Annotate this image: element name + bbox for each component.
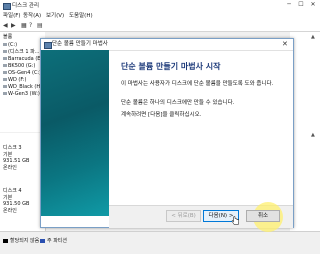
- volume-row[interactable]: Barracuda (E:): [3, 56, 44, 63]
- back-button[interactable]: < 뒤로(B): [166, 210, 201, 222]
- hand-cursor-icon: [231, 216, 239, 225]
- volume-row[interactable]: BK500 (G:): [3, 63, 35, 70]
- drive-icon: [3, 71, 7, 74]
- wizard-instruction: 계속하려면 [다음]을 클릭하십시오.: [121, 112, 202, 118]
- drive-icon: [3, 43, 7, 46]
- wizard-close-button[interactable]: ✕: [282, 40, 288, 48]
- wizard-banner-image: [41, 50, 109, 216]
- wizard-title: 단순 볼륨 만들기 마법사: [52, 41, 108, 47]
- properties-icon[interactable]: ▤: [37, 23, 43, 29]
- drive-icon: [3, 57, 7, 60]
- volume-row[interactable]: (디스크 1 파...: [3, 49, 39, 56]
- right-pane: ▲ ▲: [290, 32, 320, 232]
- toolbar: ◀ ▶ ▦ ? ▤: [0, 21, 320, 32]
- disk-size: 931.51 GB: [3, 158, 30, 164]
- back-icon[interactable]: ◀: [3, 23, 8, 29]
- volume-row[interactable]: OS-Gen4 (C:): [3, 70, 41, 77]
- volume-row[interactable]: (C:): [3, 42, 17, 49]
- menu-view[interactable]: 보기(V): [46, 13, 64, 20]
- volume-row[interactable]: WD (F:): [3, 77, 26, 84]
- disk-3-info[interactable]: 디스크 3 기본 931.51 GB 온라인: [3, 145, 29, 171]
- title-bar: 디스크 관리 ─ ☐ ✕: [0, 0, 320, 12]
- menu-file[interactable]: 파일(F): [3, 13, 21, 20]
- wizard-icon: [44, 42, 52, 49]
- volume-row[interactable]: WD_Black (H:): [3, 84, 44, 91]
- new-simple-volume-wizard: 단순 볼륨 만들기 마법사 ✕ 단순 볼륨 만들기 마법사 시작 이 마법사는 …: [40, 38, 294, 232]
- disk-status: 온라인: [3, 207, 17, 214]
- cancel-button[interactable]: 취소: [246, 210, 280, 222]
- forward-icon[interactable]: ▶: [11, 23, 16, 29]
- disk-4-info[interactable]: 디스크 4 기본 931.50 GB 온라인: [3, 188, 29, 214]
- drive-icon: [3, 85, 7, 88]
- disk-size: 931.50 GB: [3, 201, 30, 207]
- legend-primary: 주 파티션: [40, 237, 67, 244]
- drive-icon: [3, 92, 7, 95]
- drive-icon: [3, 50, 7, 53]
- minimize-button[interactable]: ─: [283, 0, 295, 10]
- menu-action[interactable]: 동작(A): [23, 13, 41, 20]
- disk-management-icon: [3, 3, 11, 10]
- wizard-heading: 단순 볼륨 만들기 마법사 시작: [121, 62, 221, 71]
- legend-swatch: [3, 238, 8, 243]
- menu-bar: 파일(F) 동작(A) 보기(V) 도움말(H): [0, 12, 320, 21]
- disk-status: 온라인: [3, 164, 17, 171]
- disk-management-window: 디스크 관리 ─ ☐ ✕ 파일(F) 동작(A) 보기(V) 도움말(H) ◀ …: [0, 0, 320, 254]
- help-icon[interactable]: ?: [29, 23, 32, 29]
- wizard-description: 단순 볼륨은 하나의 디스크에만 만들 수 있습니다.: [121, 100, 235, 106]
- menu-help[interactable]: 도움말(H): [69, 13, 93, 20]
- window-title: 디스크 관리: [12, 3, 40, 9]
- grid-icon[interactable]: ▦: [21, 23, 27, 29]
- scroll-up-icon[interactable]: ▲: [311, 132, 315, 138]
- volume-row[interactable]: W-Gen3 (W:): [3, 91, 40, 98]
- legend-bar: 할당되지 않음 주 파티션: [0, 231, 320, 254]
- close-button[interactable]: ✕: [307, 0, 319, 10]
- wizard-description: 이 마법사는 사용자가 디스크에 단순 볼륨을 만들도록 도와 줍니다.: [121, 81, 274, 87]
- legend-swatch: [40, 238, 45, 243]
- scroll-up-icon[interactable]: ▲: [311, 34, 315, 40]
- maximize-button[interactable]: ☐: [295, 0, 307, 10]
- drive-icon: [3, 78, 7, 81]
- legend-unallocated: 할당되지 않음: [3, 237, 39, 244]
- drive-icon: [3, 64, 7, 67]
- volume-header-label: 볼륨: [3, 34, 13, 40]
